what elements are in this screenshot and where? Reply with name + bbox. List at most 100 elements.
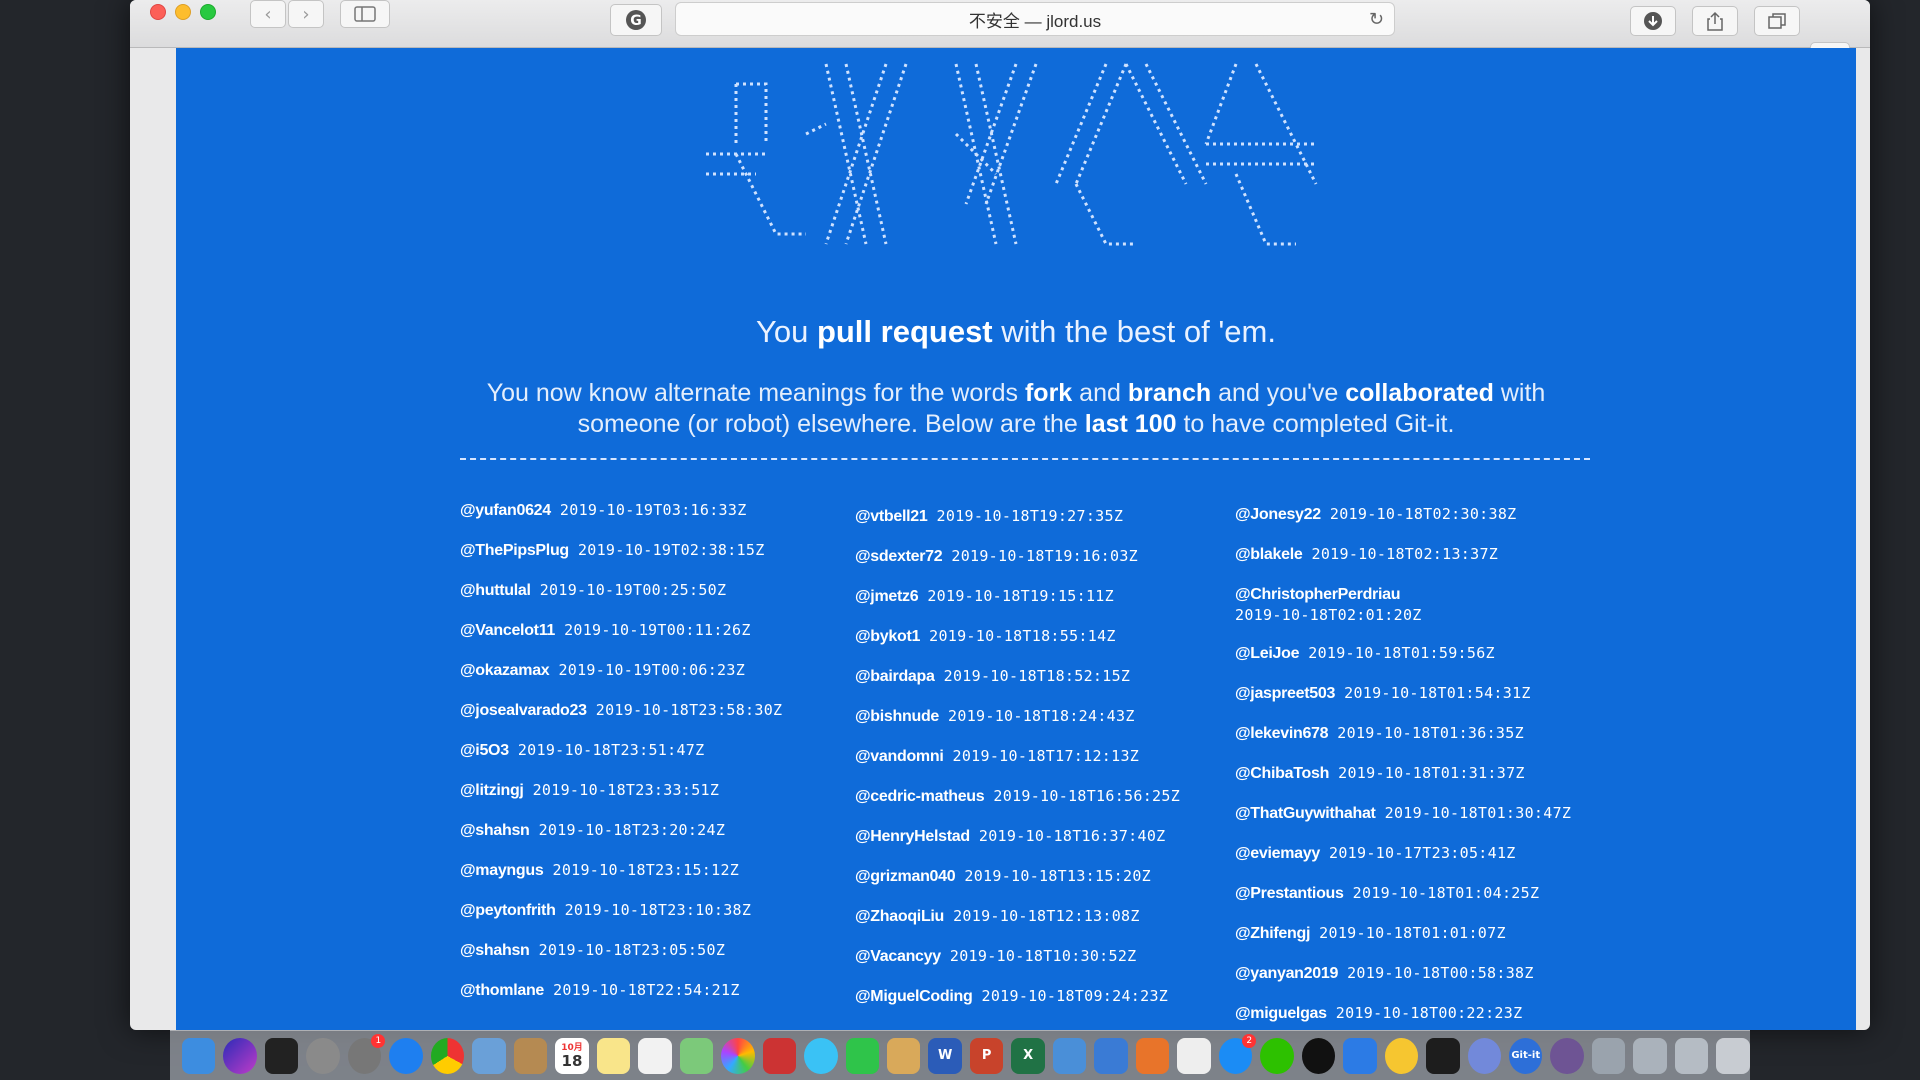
grammarly-extension-button[interactable]: G xyxy=(610,4,662,36)
github-username-link[interactable]: @lekevin678 xyxy=(1235,725,1329,742)
downloads-stack-icon[interactable] xyxy=(1591,1037,1626,1074)
completion-timestamp: 2019-10-18T19:27:35Z xyxy=(936,507,1124,525)
completion-timestamp: 2019-10-18T18:24:43Z xyxy=(948,707,1135,725)
github-username-link[interactable]: @bykot1 xyxy=(855,628,920,645)
github-username-link[interactable]: @Vacancyy xyxy=(855,948,941,965)
facetime-icon[interactable] xyxy=(845,1037,879,1074)
photos-icon[interactable] xyxy=(721,1037,755,1074)
github-username-link[interactable]: @Zhifengj xyxy=(1235,925,1310,942)
github-username-link[interactable]: @ChristopherPerdriau xyxy=(1235,586,1401,603)
xcode-icon[interactable] xyxy=(1343,1037,1377,1074)
app-store-icon[interactable]: 2 xyxy=(1218,1033,1257,1074)
trash-icon[interactable] xyxy=(1716,1037,1750,1074)
qq-icon[interactable] xyxy=(1301,1037,1336,1074)
safari-icon[interactable] xyxy=(389,1037,423,1074)
numbers-icon[interactable] xyxy=(1052,1037,1087,1074)
github-username-link[interactable]: @bairdapa xyxy=(855,668,935,685)
textedit-icon[interactable] xyxy=(1177,1037,1211,1074)
github-username-link[interactable]: @grizman040 xyxy=(855,868,956,885)
completion-timestamp: 2019-10-18T09:24:23Z xyxy=(981,987,1169,1005)
github-username-link[interactable]: @litzingj xyxy=(460,782,524,799)
documents-stack-icon[interactable] xyxy=(1633,1037,1667,1074)
minimize-window-button[interactable] xyxy=(175,4,191,20)
reload-icon[interactable]: ↻ xyxy=(1369,9,1384,30)
excel-icon[interactable]: X xyxy=(1011,1037,1045,1074)
github-username-link[interactable]: @mayngus xyxy=(460,862,544,879)
notes-icon[interactable] xyxy=(596,1037,631,1074)
word-icon[interactable]: W xyxy=(928,1037,962,1074)
github-username-link[interactable]: @cedric-matheus xyxy=(855,788,985,805)
keynote-icon[interactable] xyxy=(1094,1037,1128,1074)
completion-entry: @ThePipsPlug 2019-10-19T02:38:15Z xyxy=(460,540,855,580)
github-username-link[interactable]: @thomlane xyxy=(460,982,544,999)
github-username-link[interactable]: @vtbell21 xyxy=(855,508,928,525)
share-button[interactable] xyxy=(1692,6,1738,36)
reminders-icon[interactable] xyxy=(638,1037,672,1074)
github-username-link[interactable]: @blakele xyxy=(1235,546,1303,563)
github-username-link[interactable]: @shahsn xyxy=(460,822,530,839)
headline-bold: pull request xyxy=(816,314,993,349)
maps-icon[interactable] xyxy=(679,1037,714,1074)
tabs-overview-button[interactable] xyxy=(1754,6,1800,36)
finder-icon[interactable] xyxy=(182,1037,216,1074)
github-username-link[interactable]: @Prestantious xyxy=(1235,885,1344,902)
completion-entry: @Vacancyy 2019-10-18T10:30:52Z xyxy=(855,946,1235,986)
github-username-link[interactable]: @jmetz6 xyxy=(855,588,919,605)
contacts-icon[interactable] xyxy=(513,1037,548,1074)
completion-timestamp: 2019-10-18T23:33:51Z xyxy=(532,781,720,799)
github-username-link[interactable]: @miguelgas xyxy=(1235,1005,1327,1022)
github-username-link[interactable]: @huttulal xyxy=(460,582,531,599)
github-username-link[interactable]: @shahsn xyxy=(460,942,530,959)
screenshots-stack-icon[interactable] xyxy=(1674,1037,1709,1074)
github-username-link[interactable]: @Vancelot11 xyxy=(460,622,555,639)
terminal-icon[interactable] xyxy=(1426,1037,1460,1074)
wechat-icon[interactable] xyxy=(1260,1037,1294,1074)
preview-icon[interactable] xyxy=(472,1037,506,1074)
back-button[interactable]: ‹ xyxy=(250,0,286,28)
github-username-link[interactable]: @yanyan2019 xyxy=(1235,965,1338,982)
github-desktop-icon[interactable] xyxy=(1550,1037,1584,1074)
zoom-window-button[interactable] xyxy=(200,4,216,20)
github-username-link[interactable]: @vandomni xyxy=(855,748,944,765)
github-username-link[interactable]: @i5O3 xyxy=(460,742,509,759)
address-bar[interactable]: 不安全 — jlord.us ↻ xyxy=(675,2,1395,36)
close-window-button[interactable] xyxy=(150,4,166,20)
github-username-link[interactable]: @Jonesy22 xyxy=(1235,506,1321,523)
github-username-link[interactable]: @okazamax xyxy=(460,662,550,679)
completion-entry: @HenryHelstad 2019-10-18T16:37:40Z xyxy=(855,826,1235,866)
github-username-link[interactable]: @ThePipsPlug xyxy=(460,542,569,559)
calendar-icon[interactable]: 10月 18 xyxy=(555,1037,589,1074)
books-icon[interactable] xyxy=(1135,1037,1170,1074)
sidebar-button[interactable] xyxy=(340,0,390,28)
github-username-link[interactable]: @yufan0624 xyxy=(460,502,551,519)
system-preferences-icon[interactable]: 1 xyxy=(347,1033,386,1074)
github-username-link[interactable]: @eviemayy xyxy=(1235,845,1320,862)
github-username-link[interactable]: @josealvarado23 xyxy=(460,702,587,719)
siri-icon[interactable] xyxy=(223,1037,257,1074)
discord-icon[interactable] xyxy=(1467,1037,1501,1074)
github-username-link[interactable]: @MiguelCoding xyxy=(855,988,973,1005)
messages-icon[interactable] xyxy=(804,1037,838,1074)
github-username-link[interactable]: @HenryHelstad xyxy=(855,828,970,845)
activity-monitor-icon[interactable] xyxy=(264,1037,299,1074)
chrome-icon[interactable] xyxy=(430,1037,465,1074)
completions-list: @yufan0624 2019-10-19T03:16:33Z @ThePipsP… xyxy=(460,500,1610,1030)
github-username-link[interactable]: @ChibaTosh xyxy=(1235,765,1329,782)
github-username-link[interactable]: @LeiJoe xyxy=(1235,645,1300,662)
github-username-link[interactable]: @sdexter72 xyxy=(855,548,943,565)
github-username-link[interactable]: @bishnude xyxy=(855,708,939,725)
github-username-link[interactable]: @jaspreet503 xyxy=(1235,685,1335,702)
git-it-app-icon[interactable]: Git-it xyxy=(1509,1037,1543,1074)
photo-booth-icon[interactable] xyxy=(762,1037,797,1074)
completion-timestamp: 2019-10-18T00:58:38Z xyxy=(1347,964,1534,982)
github-username-link[interactable]: @ZhaoqiLiu xyxy=(855,908,944,925)
launchpad-icon[interactable] xyxy=(306,1037,340,1074)
powerpoint-icon[interactable]: P xyxy=(969,1037,1004,1074)
forward-button[interactable]: › xyxy=(288,0,324,28)
github-username-link[interactable]: @peytonfrith xyxy=(460,902,556,919)
downloads-button[interactable] xyxy=(1630,6,1676,36)
github-username-link[interactable]: @ThatGuywithahat xyxy=(1235,805,1376,822)
headline: You pull request with the best of 'em. xyxy=(176,314,1856,350)
pages-icon[interactable] xyxy=(886,1037,921,1074)
cyberduck-icon[interactable] xyxy=(1384,1037,1419,1074)
